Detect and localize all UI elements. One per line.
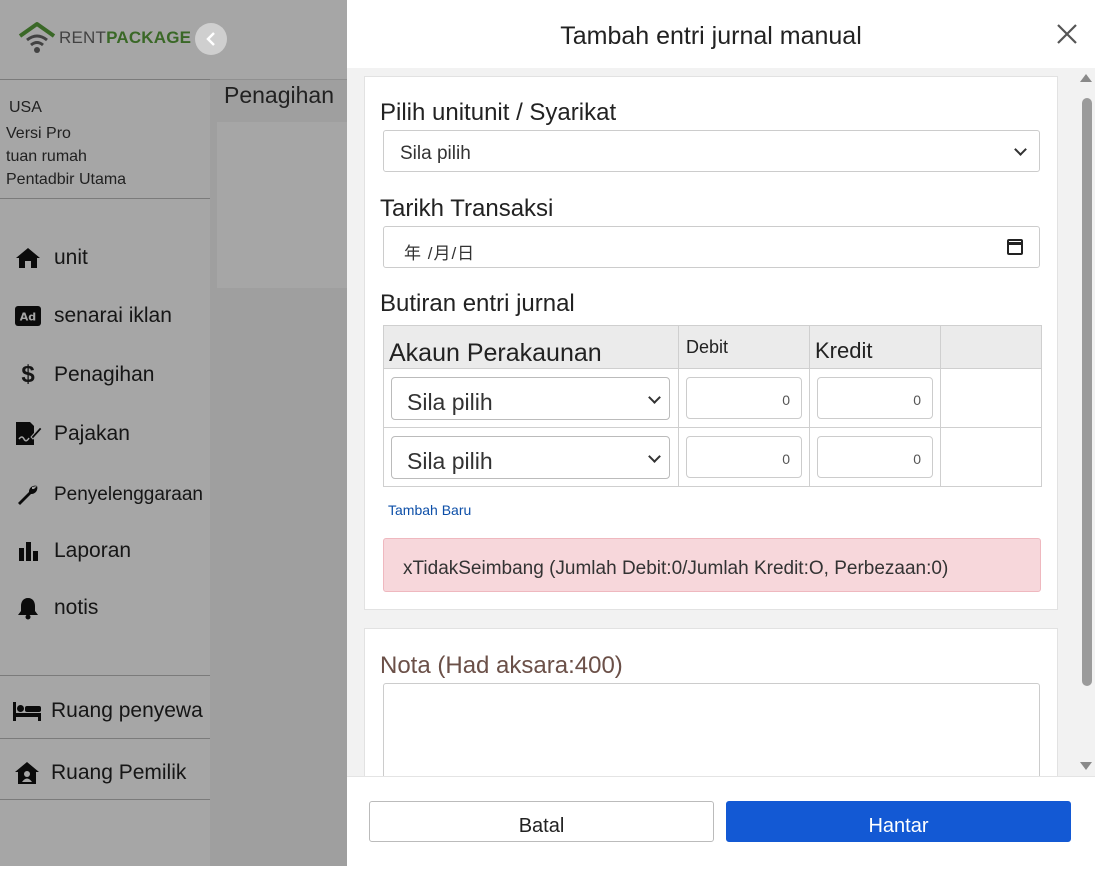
table-row: Sila pilih 0 0 [383,368,1042,428]
table-header-row: Akaun Perakaunan Debit Kredit [383,325,1042,369]
modal-body: Pilih unitunit / Syarikat Sila pilih Tar… [347,68,1095,776]
account-cell: Sila pilih [383,368,679,428]
unbalanced-alert: xTidakSeimbang (Jumlah Debit:0/Jumlah Kr… [383,538,1041,592]
account-select-value: Sila pilih [407,448,493,474]
close-icon[interactable] [1055,22,1079,46]
account-select[interactable]: Sila pilih [391,377,670,420]
chevron-down-icon [648,391,661,404]
account-select[interactable]: Sila pilih [391,436,670,479]
note-textarea[interactable] [383,683,1040,776]
debit-cell: 0 [678,368,810,428]
modal-scrollbar[interactable] [1077,68,1095,776]
unit-label: Pilih unitunit / Syarikat [380,99,617,126]
debit-input[interactable]: 0 [686,436,802,478]
column-header-credit: Kredit [809,325,941,369]
actions-cell [940,427,1042,487]
modal-footer: Batal Hantar [347,776,1095,866]
journal-entries-table: Akaun Perakaunan Debit Kredit Sila pilih… [383,325,1042,487]
debit-value: 0 [782,451,790,467]
scroll-up-arrow-icon[interactable] [1080,74,1092,82]
scrollbar-thumb[interactable] [1082,98,1092,686]
calendar-icon[interactable] [1007,239,1023,255]
actions-cell [940,368,1042,428]
transaction-date-input[interactable]: 年 /月/日 [383,226,1040,268]
alert-message: xTidakSeimbang (Jumlah Debit:0/Jumlah Kr… [403,558,949,579]
modal-title: Tambah entri jurnal manual [560,22,862,50]
unit-select[interactable]: Sila pilih [383,130,1040,172]
column-header-actions [940,325,1042,369]
chevron-down-icon [1014,143,1027,156]
credit-input[interactable]: 0 [817,436,933,478]
column-header-account: Akaun Perakaunan [383,325,679,369]
submit-button[interactable]: Hantar [726,801,1071,842]
debit-input[interactable]: 0 [686,377,802,419]
credit-cell: 0 [809,368,941,428]
bottom-strip [0,866,1095,871]
credit-value: 0 [913,392,921,408]
add-new-link[interactable]: Tambah Baru [388,502,471,518]
account-cell: Sila pilih [383,427,679,487]
scroll-down-arrow-icon[interactable] [1080,762,1092,770]
credit-cell: 0 [809,427,941,487]
journal-form-panel: Pilih unitunit / Syarikat Sila pilih Tar… [364,76,1058,610]
modal-header: Tambah entri jurnal manual [347,0,1095,68]
account-select-value: Sila pilih [407,389,493,415]
note-label: Nota (Had aksara:400) [380,652,623,679]
unit-select-value: Sila pilih [400,143,471,164]
note-panel: Nota (Had aksara:400) [364,628,1058,776]
chevron-left-icon[interactable] [195,23,227,55]
entries-label: Butiran entri jurnal [380,290,575,317]
journal-entry-modal: Tambah entri jurnal manual Pilih unituni… [347,0,1095,866]
debit-cell: 0 [678,427,810,487]
chevron-down-icon [648,450,661,463]
date-label: Tarikh Transaksi [380,195,554,222]
cancel-button[interactable]: Batal [369,801,714,842]
date-placeholder: 年 /月/日 [404,244,476,263]
credit-input[interactable]: 0 [817,377,933,419]
credit-value: 0 [913,451,921,467]
debit-value: 0 [782,392,790,408]
table-row: Sila pilih 0 0 [383,427,1042,487]
column-header-debit: Debit [678,325,810,369]
